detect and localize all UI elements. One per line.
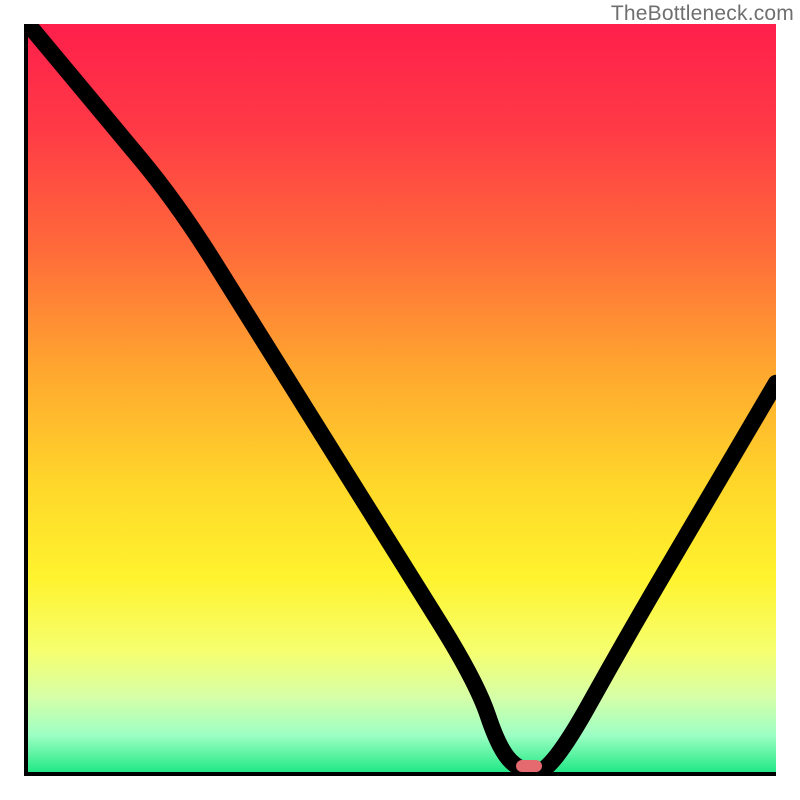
plot-area [24, 24, 776, 776]
optimal-point-marker [516, 760, 541, 772]
watermark-label: TheBottleneck.com [611, 2, 794, 26]
bottleneck-curve [28, 24, 776, 772]
chart-canvas: TheBottleneck.com [0, 0, 800, 800]
